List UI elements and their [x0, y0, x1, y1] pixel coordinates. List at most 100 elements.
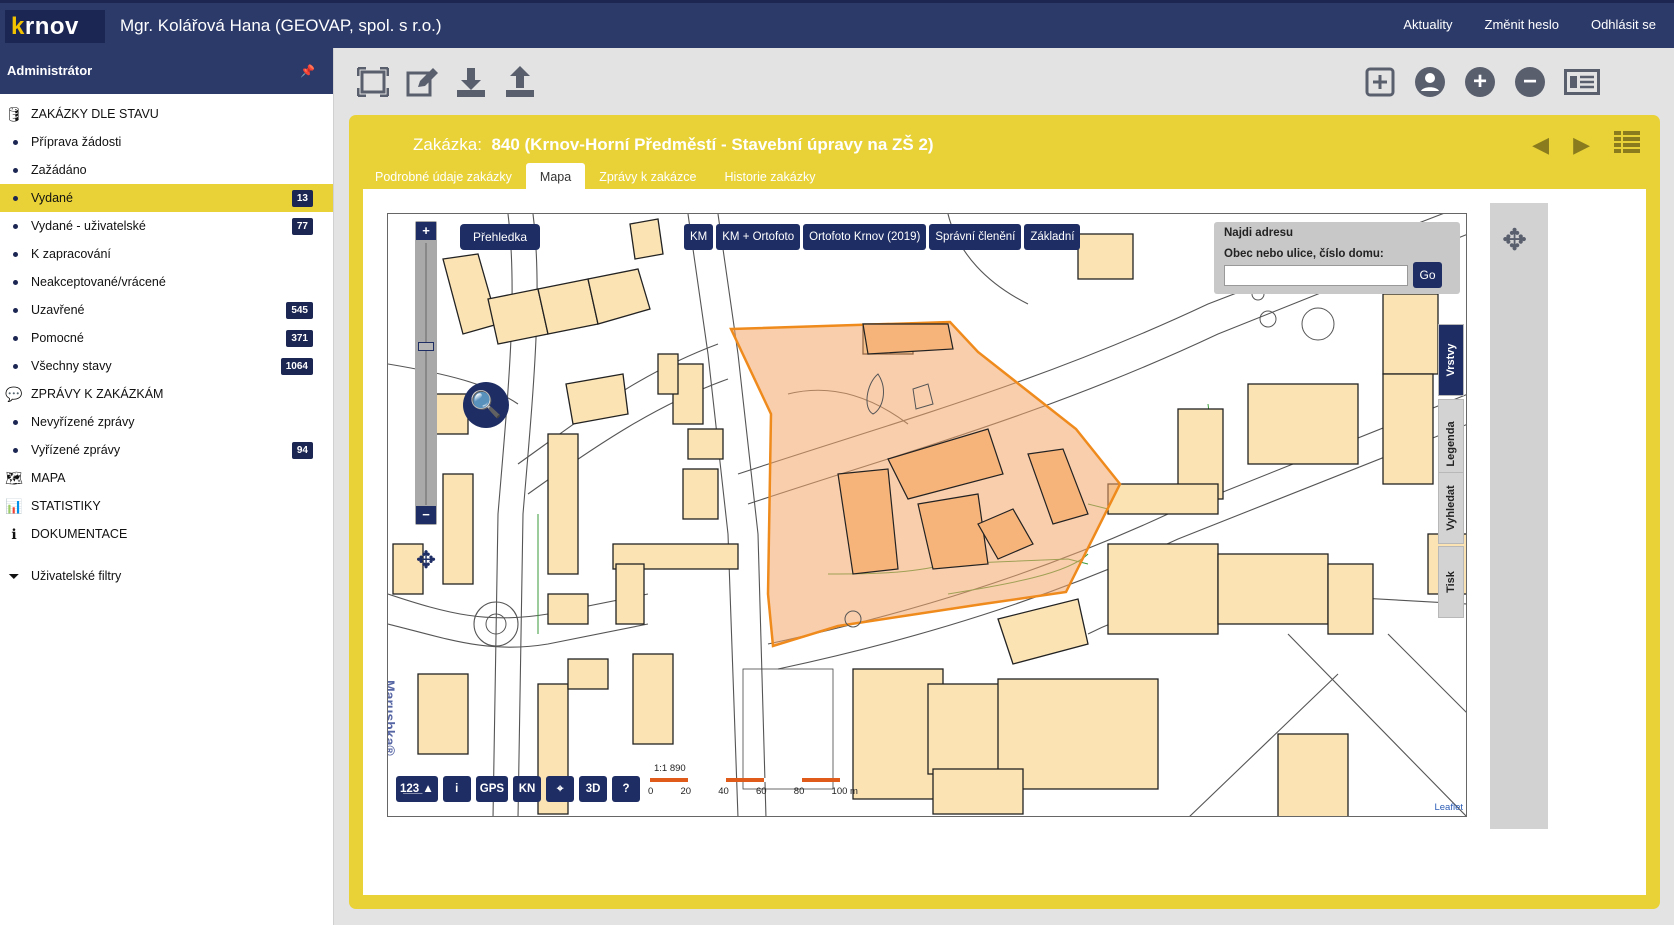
sidebar-item-uzavrene[interactable]: Uzavřené 545 [0, 296, 333, 324]
zoom-out-icon[interactable]: − [1512, 64, 1548, 100]
address-input[interactable] [1224, 265, 1408, 286]
find-address-box: Najdi adresu Obec nebo ulice, číslo domu… [1214, 222, 1460, 294]
sidebar-item-pomocne[interactable]: Pomocné 371 [0, 324, 333, 352]
nav-logout[interactable]: Odhlásit se [1591, 17, 1656, 32]
add-square-icon[interactable] [1362, 64, 1398, 100]
upload-icon[interactable] [502, 64, 538, 100]
layer-ortofoto-krnov[interactable]: Ortofoto Krnov (2019) [803, 224, 927, 250]
layer-switcher: KM KM + Ortofoto Ortofoto Krnov (2019) S… [684, 224, 1081, 250]
sidebar-item-vydane[interactable]: Vydané 13 [0, 184, 333, 212]
bullet-icon [13, 336, 18, 341]
map-tab-content: + − Přehledka KM KM + Ortofoto Ortofoto … [363, 189, 1646, 895]
map-icon: 🗺 [5, 470, 23, 486]
user-icon[interactable] [1412, 64, 1448, 100]
bullet-icon [13, 140, 18, 145]
layer-zakladni[interactable]: Základní [1024, 224, 1081, 250]
download-icon[interactable] [453, 64, 489, 100]
3d-button[interactable]: 3D [579, 776, 608, 802]
bar-chart-icon: 📊 [5, 498, 23, 514]
section-zpravy[interactable]: 💬 ZPRÁVY K ZAKÁZKÁM [0, 380, 333, 408]
tab-map[interactable]: Mapa [525, 163, 586, 189]
count-badge: 371 [286, 330, 313, 347]
tab-messages[interactable]: Zprávy k zakázce [585, 163, 710, 189]
bullet-icon [13, 224, 18, 229]
zoom-minus-icon[interactable]: − [416, 506, 436, 524]
database-icon: 🛢 [5, 106, 23, 122]
leaflet-attribution[interactable]: Leaflet [1434, 802, 1463, 813]
top-bar: krnov Mgr. Kolářová Hana (GEOVAP, spol. … [0, 0, 1674, 48]
tab-bar: Podrobné údaje zakázky Mapa Zprávy k zak… [361, 163, 829, 189]
edit-icon[interactable] [404, 64, 440, 100]
sidebar-item-priprava[interactable]: Příprava žádosti [0, 128, 333, 156]
sidebar-item-neakceptovane[interactable]: Neakceptované/vrácené [0, 268, 333, 296]
filter-icon: ⏷ [8, 568, 20, 584]
bullet-icon [13, 196, 18, 201]
extent-icon[interactable] [355, 64, 391, 100]
nav-change-password[interactable]: Změnit heslo [1485, 17, 1559, 32]
sidebar-item-vyrizene[interactable]: Vyřízené zprávy 94 [0, 436, 333, 464]
map-canvas [388, 214, 1466, 816]
order-panel: Zakázka: 840 (Krnov-Horní Předměstí - St… [349, 115, 1660, 909]
tab-details[interactable]: Podrobné údaje zakázky [361, 163, 526, 189]
next-arrow-icon[interactable]: ▶ [1573, 132, 1590, 158]
bullet-icon [13, 364, 18, 369]
layer-spravni-cleneni[interactable]: Správní členění [929, 224, 1022, 250]
tab-tisk[interactable]: Tisk [1438, 546, 1464, 618]
zoom-track [425, 243, 427, 505]
user-name: Mgr. Kolářová Hana (GEOVAP, spol. s r.o.… [120, 16, 442, 35]
order-title: Zakázka: 840 (Krnov-Horní Předměstí - St… [413, 135, 934, 155]
sidebar-item-zazadano[interactable]: Zažádáno [0, 156, 333, 184]
order-label: Zakázka: [413, 135, 482, 154]
section-filtry[interactable]: ⏷ Uživatelské filtry [0, 562, 333, 590]
bullet-icon [13, 448, 18, 453]
app-logo[interactable]: krnov [5, 10, 105, 43]
section-zakazky[interactable]: 🛢 ZAKÁZKY DLE STAVU [0, 100, 333, 128]
zoom-handle[interactable] [418, 342, 434, 351]
go-button[interactable]: Go [1413, 262, 1442, 288]
nav-aktuality[interactable]: Aktuality [1403, 17, 1452, 32]
zoom-plus-icon[interactable]: + [416, 222, 436, 240]
section-statistiky[interactable]: 📊 STATISTIKY [0, 492, 333, 520]
grid-menu-icon[interactable] [1614, 131, 1640, 159]
help-button[interactable]: ? [612, 776, 641, 802]
count-badge: 1064 [280, 358, 313, 375]
layer-km-ortofoto[interactable]: KM + Ortofoto [716, 224, 801, 250]
map-tools: 1̲2̲3̲ ▲ i GPS KN ⌖ 3D ? [396, 776, 641, 802]
find-label: Obec nebo ulice, číslo domu: [1224, 248, 1384, 260]
move-icon[interactable]: ✥ [1502, 223, 1527, 258]
measure-button[interactable]: 1̲2̲3̲ ▲ [396, 776, 438, 802]
sidebar-title: Administrátor [7, 63, 93, 78]
section-dokumentace[interactable]: ℹ DOKUMENTACE [0, 520, 333, 548]
sidebar-item-k-zapracovani[interactable]: K zapracování [0, 240, 333, 268]
kn-button[interactable]: KN [513, 776, 542, 802]
tab-history[interactable]: Historie zakázky [710, 163, 829, 189]
tab-vrstvy[interactable]: Vrstvy [1438, 324, 1464, 396]
pan-control-icon[interactable]: ✥ [407, 542, 445, 580]
sidebar-item-vydane-uzivatelske[interactable]: Vydané - uživatelské 77 [0, 212, 333, 240]
sidebar-item-vsechny[interactable]: Všechny stavy 1064 [0, 352, 333, 380]
zoom-in-icon[interactable]: + [1462, 64, 1498, 100]
pin-icon[interactable]: 📌 [300, 48, 315, 94]
scale-labels: 0 20 40 60 80 100 m [648, 786, 858, 797]
bullet-icon [13, 280, 18, 285]
info-button[interactable]: i [442, 776, 471, 802]
sidebar-header: Administrátor 📌 [0, 48, 333, 94]
zoom-tool-icon[interactable]: 🔍 [463, 382, 509, 428]
section-mapa[interactable]: 🗺 MAPA [0, 464, 333, 492]
overview-button[interactable]: Přehledka [460, 224, 541, 250]
prev-arrow-icon[interactable]: ◀ [1532, 132, 1549, 158]
zoom-slider[interactable]: + − [415, 221, 437, 525]
scale-bar [650, 778, 840, 782]
map-view[interactable]: + − Přehledka KM KM + Ortofoto Ortofoto … [387, 213, 1467, 817]
count-badge: 77 [291, 218, 313, 235]
sidebar-item-nevyrizene[interactable]: Nevyřízené zprávy [0, 408, 333, 436]
tab-vyhledat[interactable]: Vyhledat [1438, 472, 1464, 544]
count-badge: 94 [291, 442, 313, 459]
gps-button[interactable]: GPS [475, 776, 509, 802]
find-title: Najdi adresu [1224, 227, 1294, 239]
layer-km[interactable]: KM [684, 224, 714, 250]
locate-button[interactable]: ⌖ [546, 776, 575, 802]
bullet-icon [13, 252, 18, 257]
info-icon: ℹ [11, 526, 17, 542]
list-view-icon[interactable] [1564, 64, 1600, 100]
